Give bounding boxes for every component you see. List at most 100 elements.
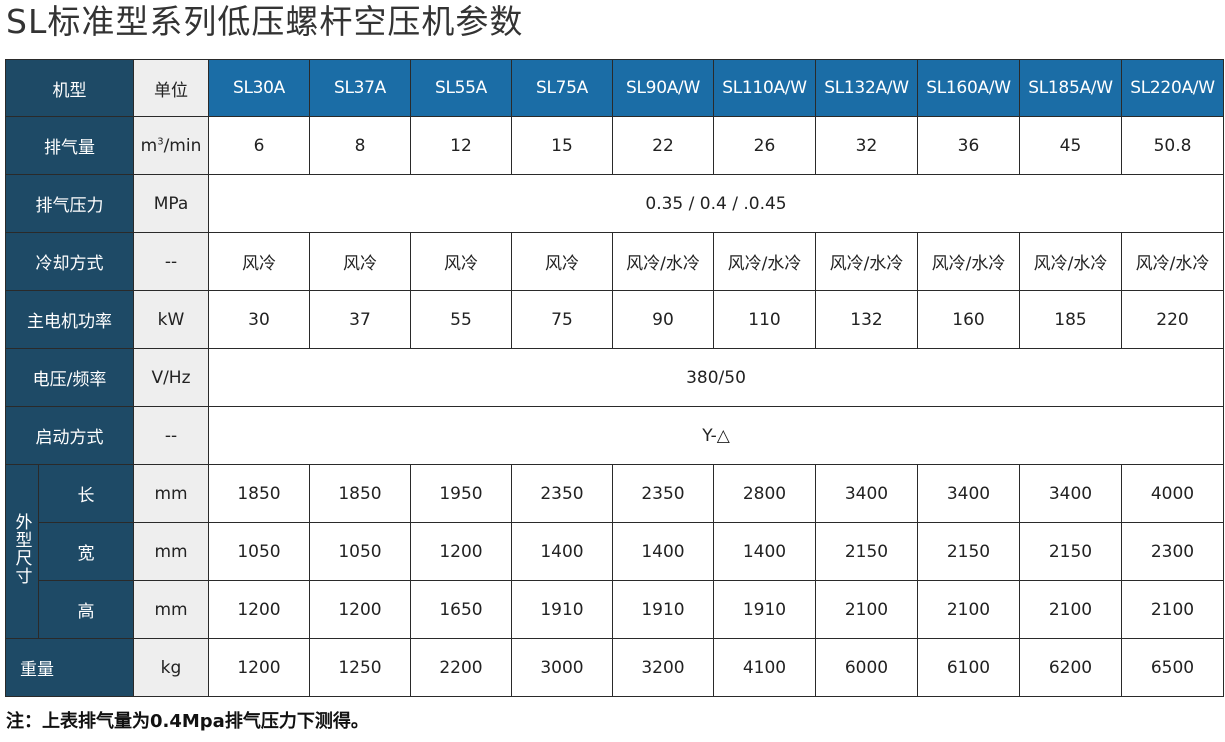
row-label: 主电机功率 bbox=[5, 290, 134, 349]
value-cell: 1850 bbox=[208, 464, 310, 523]
model-cell: SL220A/W bbox=[1121, 59, 1224, 117]
value-cell: 2100 bbox=[1019, 580, 1122, 639]
value-cell: 3400 bbox=[1019, 464, 1122, 523]
table-row-width: 宽 mm 1050 1050 1200 1400 1400 1400 2150 … bbox=[6, 522, 1224, 581]
value-cell: 1950 bbox=[410, 464, 512, 523]
model-cell: SL30A bbox=[208, 59, 310, 117]
value-cell: 2100 bbox=[917, 580, 1020, 639]
row-label: 排气量 bbox=[5, 116, 134, 175]
value-cell: 50.8 bbox=[1121, 116, 1224, 175]
value-cell: 1050 bbox=[208, 522, 310, 581]
value-cell: 12 bbox=[410, 116, 512, 175]
value-cell: 1400 bbox=[612, 522, 714, 581]
value-cell: 2150 bbox=[917, 522, 1020, 581]
value-cell: 2350 bbox=[511, 464, 613, 523]
value-cell: 1910 bbox=[511, 580, 613, 639]
value-cell-merged: 0.35 / 0.4 / .0.45 bbox=[208, 174, 1224, 233]
row-sublabel: 长 bbox=[38, 464, 134, 523]
model-cell: SL75A bbox=[511, 59, 613, 117]
value-cell: 6200 bbox=[1019, 638, 1122, 697]
footnote: 注：上表排气量为0.4Mpa排气压力下测得。 bbox=[6, 711, 369, 732]
dimensions-label-text: 外型尺寸 bbox=[11, 513, 32, 585]
model-cell: SL185A/W bbox=[1019, 59, 1122, 117]
value-cell-merged: 380/50 bbox=[208, 348, 1224, 407]
value-cell: 4100 bbox=[713, 638, 816, 697]
value-cell: 36 bbox=[917, 116, 1020, 175]
page-title: SL标准型系列低压螺杆空压机参数 bbox=[6, 2, 524, 41]
spec-table: 机型 单位 SL30A SL37A SL55A SL75A SL90A/W SL… bbox=[5, 59, 1224, 697]
table-row-header: 机型 单位 SL30A SL37A SL55A SL75A SL90A/W SL… bbox=[5, 59, 1224, 117]
value-cell: 2800 bbox=[713, 464, 816, 523]
value-cell: 2100 bbox=[1121, 580, 1224, 639]
table-row-power: 主电机功率 kW 30 37 55 75 90 110 132 160 185 … bbox=[5, 290, 1224, 349]
header-unit-label: 单位 bbox=[133, 59, 209, 117]
value-cell: 1910 bbox=[713, 580, 816, 639]
unit-rest: /min bbox=[163, 135, 202, 156]
value-cell: 220 bbox=[1121, 290, 1224, 349]
value-cell: 1650 bbox=[410, 580, 512, 639]
value-cell: 3400 bbox=[917, 464, 1020, 523]
value-cell: 风冷/水冷 bbox=[1121, 232, 1224, 291]
value-cell: 2300 bbox=[1121, 522, 1224, 581]
value-cell: 风冷/水冷 bbox=[1019, 232, 1122, 291]
value-cell: 30 bbox=[208, 290, 310, 349]
model-cell: SL132A/W bbox=[815, 59, 918, 117]
value-cell: 风冷/水冷 bbox=[612, 232, 714, 291]
value-cell: 1850 bbox=[309, 464, 411, 523]
table-row-length: 外型尺寸 长 mm 1850 1850 1950 2350 2350 2800 … bbox=[5, 464, 1224, 639]
value-cell: 160 bbox=[917, 290, 1020, 349]
value-cell: 90 bbox=[612, 290, 714, 349]
value-cell: 2200 bbox=[410, 638, 512, 697]
value-cell: 风冷 bbox=[309, 232, 411, 291]
value-cell: 37 bbox=[309, 290, 411, 349]
value-cell: 45 bbox=[1019, 116, 1122, 175]
unit-cell: V/Hz bbox=[133, 348, 209, 407]
table-row-voltage: 电压/频率 V/Hz 380/50 bbox=[5, 348, 1224, 407]
value-cell: 110 bbox=[713, 290, 816, 349]
table-row-start: 启动方式 -- Y-△ bbox=[5, 406, 1224, 465]
row-label: 电压/频率 bbox=[5, 348, 134, 407]
unit-cell: kg bbox=[133, 638, 209, 697]
value-cell: 75 bbox=[511, 290, 613, 349]
dimensions-group-label: 外型尺寸 bbox=[5, 464, 39, 639]
table-row-cooling: 冷却方式 -- 风冷 风冷 风冷 风冷 风冷/水冷 风冷/水冷 风冷/水冷 风冷… bbox=[5, 232, 1224, 291]
value-cell: 185 bbox=[1019, 290, 1122, 349]
value-cell: 风冷/水冷 bbox=[713, 232, 816, 291]
value-cell: 6 bbox=[208, 116, 310, 175]
value-cell: 风冷/水冷 bbox=[815, 232, 918, 291]
value-cell: 风冷 bbox=[410, 232, 512, 291]
model-cell: SL37A bbox=[309, 59, 411, 117]
value-cell: 风冷 bbox=[511, 232, 613, 291]
unit-cell: MPa bbox=[133, 174, 209, 233]
value-cell: 1200 bbox=[309, 580, 411, 639]
value-cell: 55 bbox=[410, 290, 512, 349]
value-cell: 1050 bbox=[309, 522, 411, 581]
row-sublabel: 高 bbox=[38, 580, 134, 639]
value-cell: 3400 bbox=[815, 464, 918, 523]
value-cell: 1910 bbox=[612, 580, 714, 639]
unit-cell: kW bbox=[133, 290, 209, 349]
value-cell: 2150 bbox=[1019, 522, 1122, 581]
value-cell: 15 bbox=[511, 116, 613, 175]
model-cell: SL55A bbox=[410, 59, 512, 117]
unit-base: m bbox=[140, 135, 158, 156]
value-cell: 8 bbox=[309, 116, 411, 175]
unit-cell: -- bbox=[133, 406, 209, 465]
row-label: 排气压力 bbox=[5, 174, 134, 233]
value-cell: 1250 bbox=[309, 638, 411, 697]
value-cell: 22 bbox=[612, 116, 714, 175]
value-cell: 1400 bbox=[713, 522, 816, 581]
value-cell: 2350 bbox=[612, 464, 714, 523]
value-cell: 风冷/水冷 bbox=[917, 232, 1020, 291]
value-cell: 6100 bbox=[917, 638, 1020, 697]
row-label: 冷却方式 bbox=[5, 232, 134, 291]
value-cell: 风冷 bbox=[208, 232, 310, 291]
model-cell: SL110A/W bbox=[713, 59, 816, 117]
value-cell: 32 bbox=[815, 116, 918, 175]
value-cell: 2100 bbox=[815, 580, 918, 639]
value-cell: 1400 bbox=[511, 522, 613, 581]
table-row-height: 高 mm 1200 1200 1650 1910 1910 1910 2100 … bbox=[6, 580, 1224, 639]
unit-cell: mm bbox=[133, 580, 209, 639]
value-cell-merged: Y-△ bbox=[208, 406, 1224, 465]
row-sublabel: 宽 bbox=[38, 522, 134, 581]
